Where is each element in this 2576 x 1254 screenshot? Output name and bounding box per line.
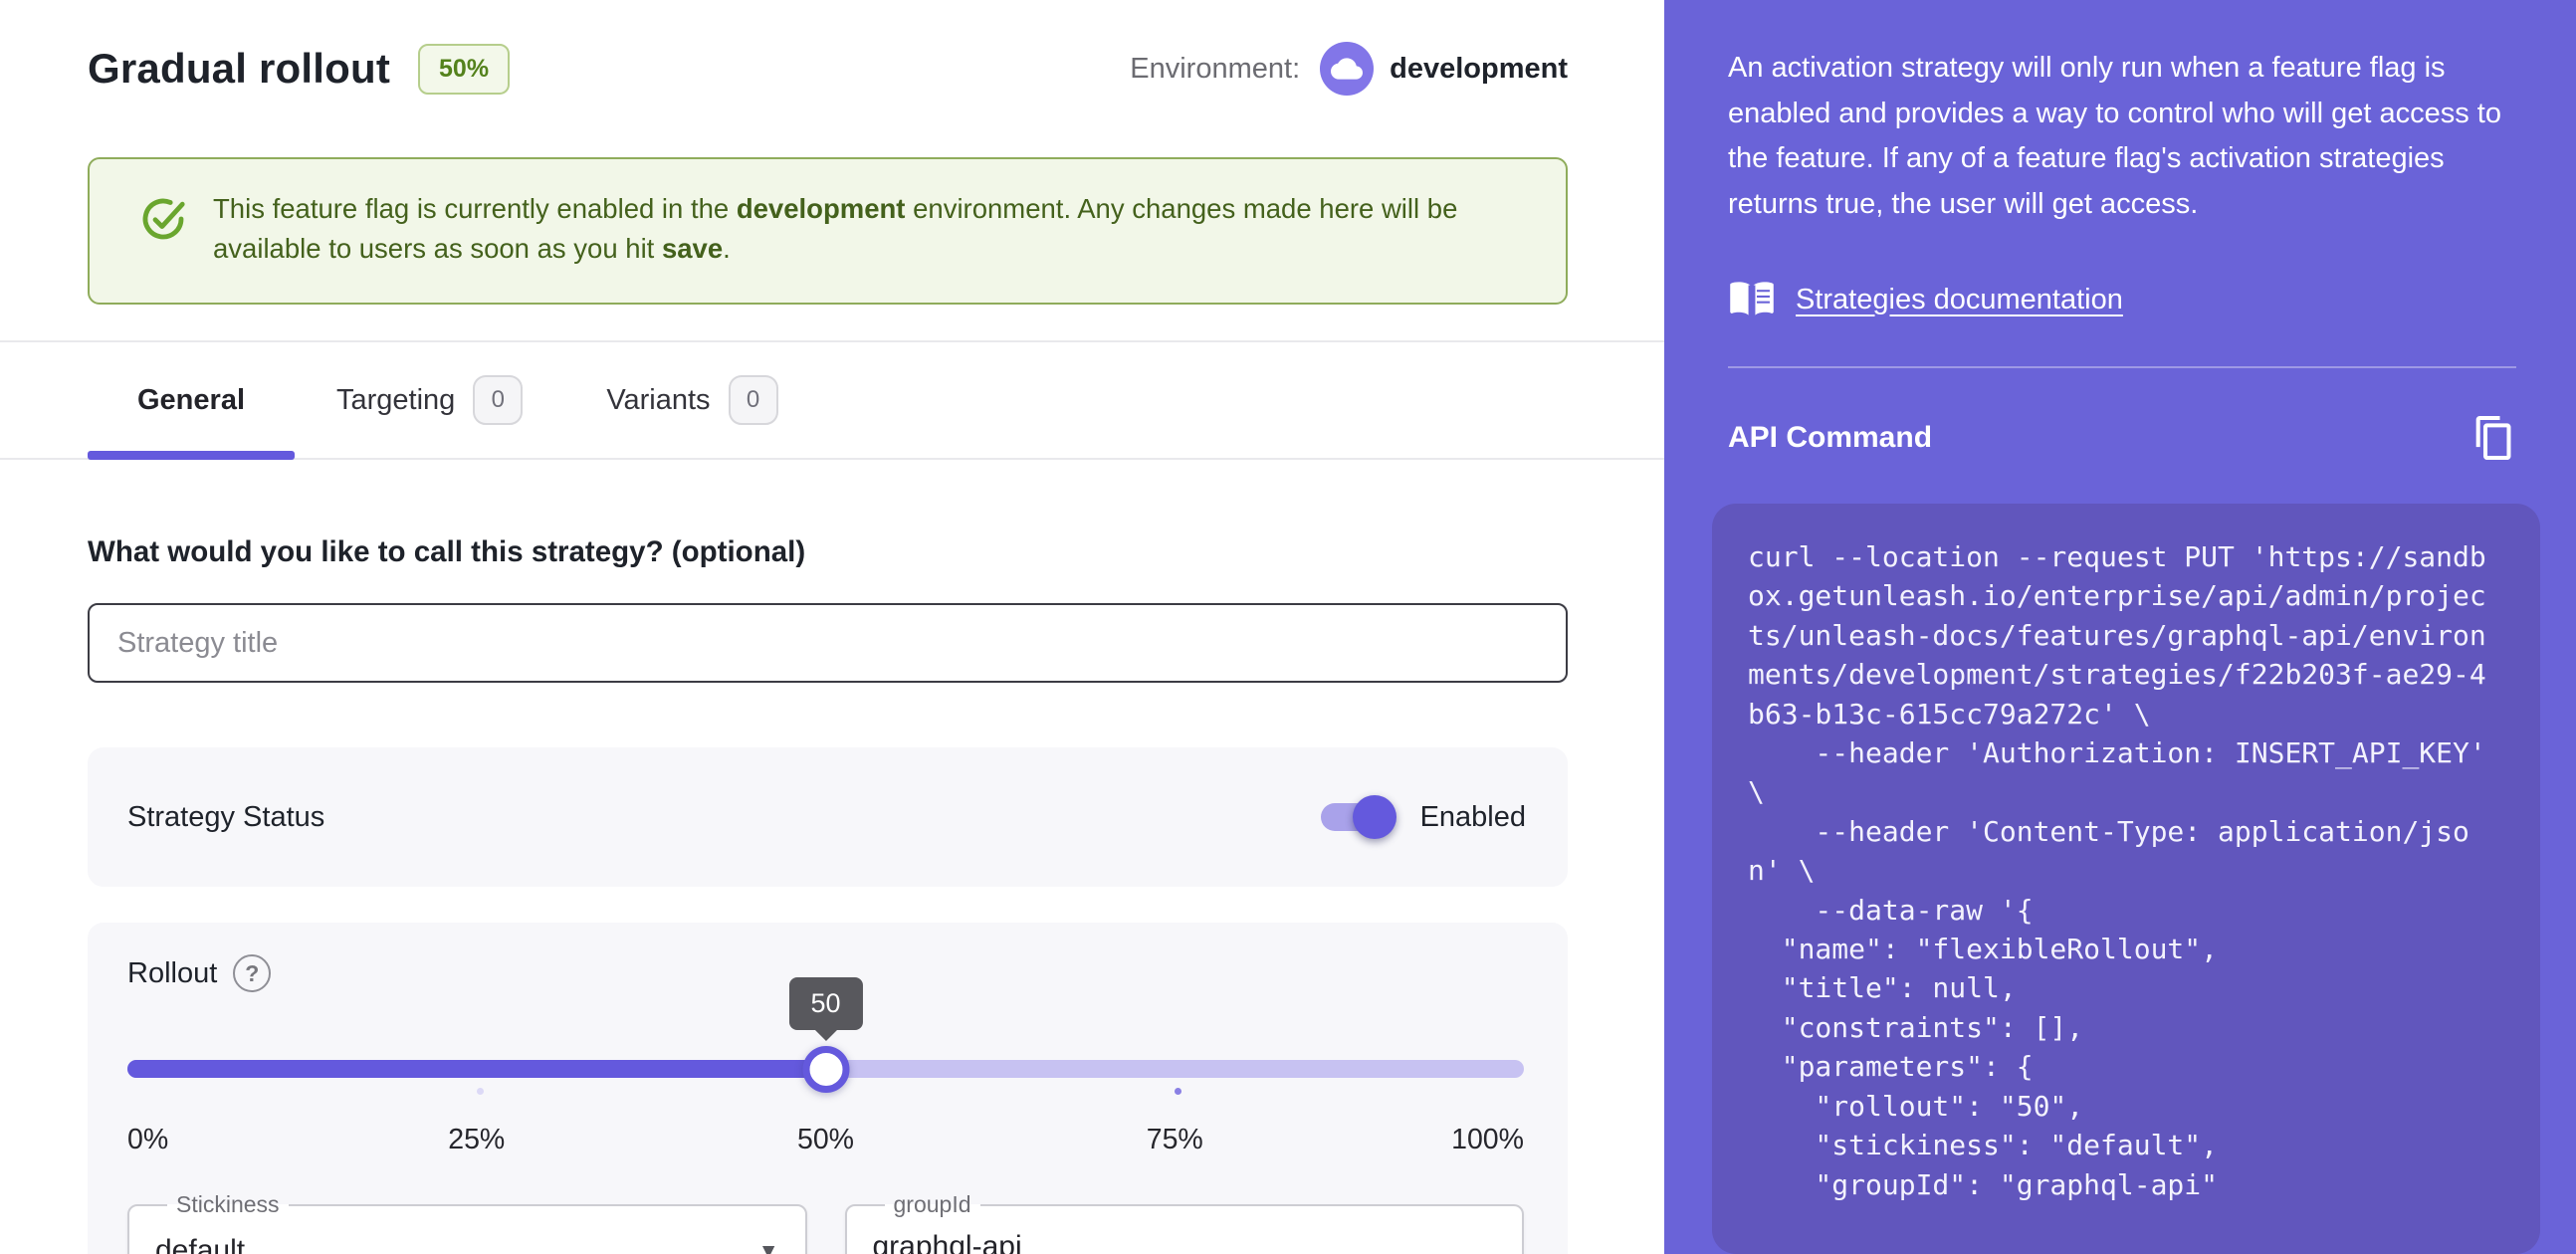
- rollout-percentage-badge: 50%: [418, 43, 511, 95]
- page-title: Gradual rollout: [88, 45, 391, 92]
- groupid-field: groupId: [844, 1191, 1524, 1254]
- active-tab-indicator: [88, 451, 295, 460]
- alert-message: This feature flag is currently enabled i…: [213, 193, 1458, 264]
- tabs: General Targeting 0 Variants 0: [0, 340, 1664, 460]
- slider-mark-25: [476, 1088, 484, 1095]
- slider-tick-labels: 0% 25% 50% 75% 100%: [127, 1124, 1524, 1155]
- copy-icon[interactable]: [2472, 414, 2516, 462]
- api-command-title: API Command: [1728, 421, 1933, 454]
- strategy-description: An activation strategy will only run whe…: [1728, 52, 2501, 220]
- main-panel: Gradual rollout 50% Environment: develop…: [0, 0, 1664, 1254]
- tab-variants[interactable]: Variants 0: [564, 342, 819, 458]
- environment-indicator: Environment: development: [1130, 42, 1568, 96]
- slider-value-tooltip: 50: [788, 977, 863, 1030]
- rollout-card: Rollout ? 50 0% 25% 50% 75% 100% Stickin…: [88, 923, 1568, 1254]
- sidebar-divider: [1728, 366, 2516, 368]
- targeting-count-badge: 0: [473, 375, 524, 425]
- strategies-documentation-link[interactable]: Strategies documentation: [1728, 279, 2123, 320]
- stickiness-value: default: [155, 1234, 246, 1254]
- tab-targeting[interactable]: Targeting 0: [295, 342, 564, 458]
- strategy-title-question: What would you like to call this strateg…: [88, 535, 806, 568]
- slider-thumb[interactable]: [802, 1046, 849, 1093]
- variants-count-badge: 0: [728, 375, 778, 425]
- sidebar: An activation strategy will only run whe…: [1664, 0, 2576, 1254]
- strategy-title-input[interactable]: [88, 603, 1568, 683]
- groupid-label: groupId: [893, 1191, 971, 1217]
- slider-mark-75: [1175, 1088, 1182, 1095]
- strategy-status-value: Enabled: [1419, 800, 1526, 833]
- check-circle-icon: [142, 198, 185, 240]
- stickiness-select[interactable]: Stickiness default ▼: [127, 1191, 807, 1254]
- tab-general[interactable]: General: [88, 342, 295, 460]
- strategy-status-card: Strategy Status Enabled: [88, 747, 1568, 887]
- stickiness-label: Stickiness: [176, 1191, 280, 1217]
- strategy-status-label: Strategy Status: [127, 800, 325, 833]
- page-header: Gradual rollout 50% Environment: develop…: [88, 42, 1568, 96]
- environment-label: Environment:: [1130, 52, 1301, 85]
- help-icon[interactable]: ?: [233, 954, 272, 992]
- api-command-code[interactable]: curl --location --request PUT 'https://s…: [1712, 504, 2540, 1254]
- rollout-slider[interactable]: 50: [127, 977, 1524, 1098]
- rollout-label: Rollout: [127, 956, 218, 989]
- environment-name: development: [1390, 52, 1568, 85]
- enabled-alert: This feature flag is currently enabled i…: [88, 157, 1568, 305]
- slider-fill: [127, 1060, 826, 1078]
- environment-cloud-icon: [1320, 42, 1375, 96]
- groupid-input[interactable]: [872, 1230, 1502, 1254]
- strategy-status-toggle[interactable]: [1320, 795, 1396, 839]
- chevron-down-icon: ▼: [757, 1240, 779, 1254]
- book-icon: [1730, 282, 1774, 315]
